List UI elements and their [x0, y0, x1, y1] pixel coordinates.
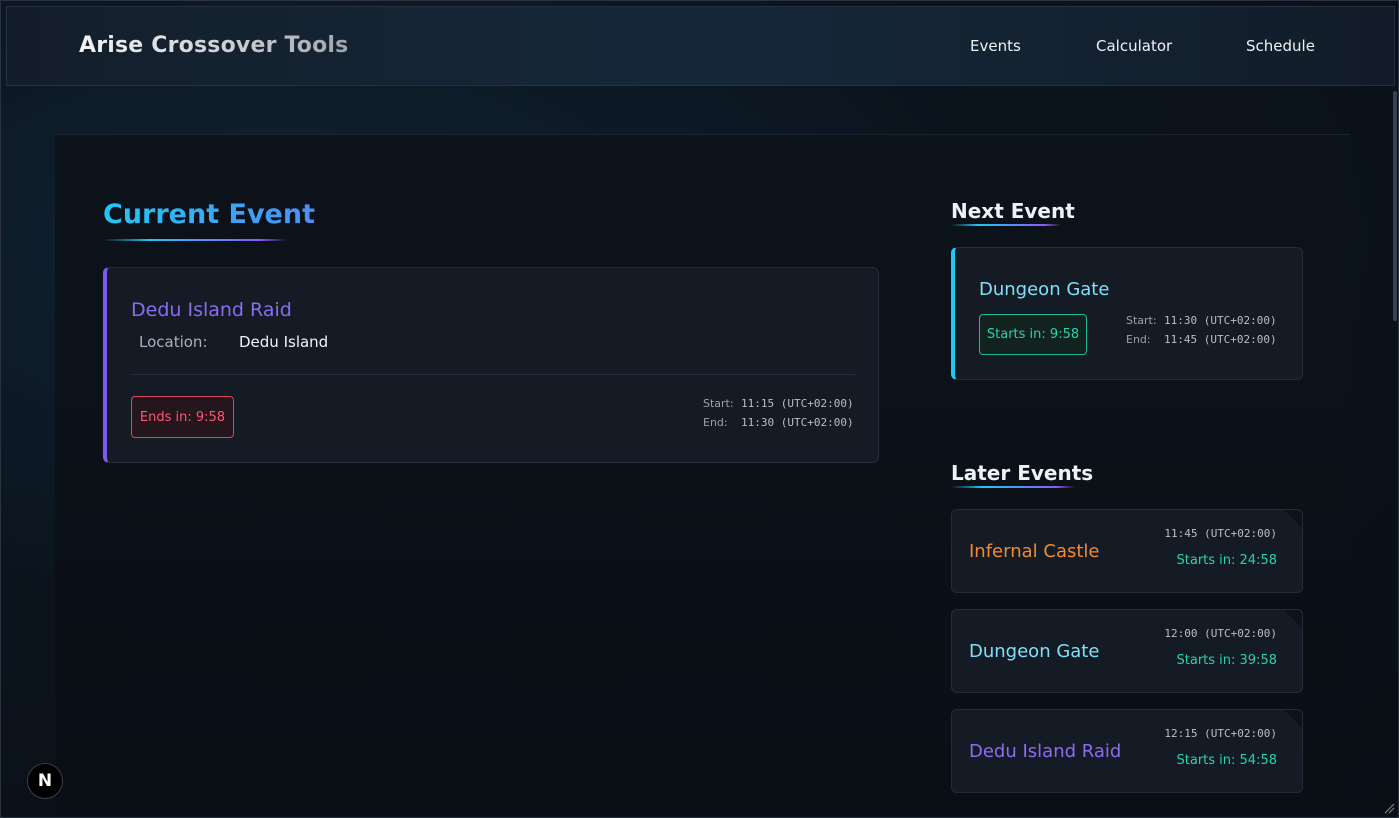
later-event-name: Infernal Castle [969, 541, 1100, 562]
later-event-card: Infernal Castle 11:45 (UTC+02:00) Starts… [951, 509, 1303, 593]
end-time: 11:45 (UTC+02:00) [1164, 333, 1277, 346]
top-nav-bar: Arise Crossover Tools Events Calculator … [6, 6, 1395, 86]
next-event-card: Dungeon Gate Starts in: 9:58 Start: 11:3… [951, 247, 1303, 380]
current-event-card: Dedu Island Raid Location: Dedu Island E… [103, 267, 879, 463]
main-panel: Current Event Dedu Island Raid Location:… [55, 134, 1350, 817]
later-event-countdown: Starts in: 39:58 [1176, 653, 1278, 668]
heading-underline [951, 486, 1075, 488]
end-time: 11:30 (UTC+02:00) [741, 416, 854, 429]
later-event-countdown: Starts in: 54:58 [1176, 753, 1278, 768]
start-label: Start: [703, 397, 734, 410]
nav-events[interactable]: Events [970, 37, 1021, 55]
end-time-row: End: 11:30 (UTC+02:00) [703, 413, 854, 432]
next-event-name: Dungeon Gate [979, 279, 1110, 300]
end-time-row: End: 11:45 (UTC+02:00) [1126, 330, 1277, 349]
start-time: 11:15 (UTC+02:00) [741, 397, 854, 410]
later-event-name: Dedu Island Raid [969, 741, 1122, 762]
starts-in-badge: Starts in: 9:58 [979, 314, 1087, 355]
later-event-card: Dungeon Gate 12:00 (UTC+02:00) Starts in… [951, 609, 1303, 693]
heading-underline [951, 224, 1061, 226]
current-event-name: Dedu Island Raid [131, 299, 292, 321]
current-event-heading: Current Event [103, 199, 315, 230]
resize-grip-icon[interactable] [1383, 802, 1395, 814]
later-event-time: 11:45 (UTC+02:00) [1164, 527, 1277, 540]
start-time: 11:30 (UTC+02:00) [1164, 314, 1277, 327]
scrollbar-thumb[interactable] [1393, 91, 1397, 321]
start-label: Start: [1126, 314, 1157, 327]
next-event-times: Start: 11:30 (UTC+02:00) End: 11:45 (UTC… [1126, 311, 1277, 349]
app-window: Arise Crossover Tools Events Calculator … [0, 0, 1399, 818]
next-event-heading: Next Event [951, 199, 1075, 223]
later-event-time: 12:15 (UTC+02:00) [1164, 727, 1277, 740]
card-divider [131, 374, 855, 375]
start-time-row: Start: 11:15 (UTC+02:00) [703, 394, 854, 413]
end-label: End: [703, 416, 728, 429]
end-label: End: [1126, 333, 1151, 346]
later-event-time: 12:00 (UTC+02:00) [1164, 627, 1277, 640]
later-event-countdown: Starts in: 24:58 [1176, 553, 1278, 568]
nav-calculator[interactable]: Calculator [1096, 37, 1172, 55]
later-event-name: Dungeon Gate [969, 641, 1100, 662]
nav-schedule[interactable]: Schedule [1246, 37, 1315, 55]
ends-in-badge: Ends in: 9:58 [131, 396, 234, 438]
brand-title[interactable]: Arise Crossover Tools [79, 33, 348, 58]
location-label: Location: [139, 333, 208, 351]
current-event-times: Start: 11:15 (UTC+02:00) End: 11:30 (UTC… [703, 394, 854, 432]
location-value: Dedu Island [239, 333, 329, 351]
dev-tools-n-icon[interactable]: N [27, 763, 63, 799]
start-time-row: Start: 11:30 (UTC+02:00) [1126, 311, 1277, 330]
heading-underline [103, 239, 287, 241]
later-event-card: Dedu Island Raid 12:15 (UTC+02:00) Start… [951, 709, 1303, 793]
later-events-heading: Later Events [951, 461, 1094, 485]
